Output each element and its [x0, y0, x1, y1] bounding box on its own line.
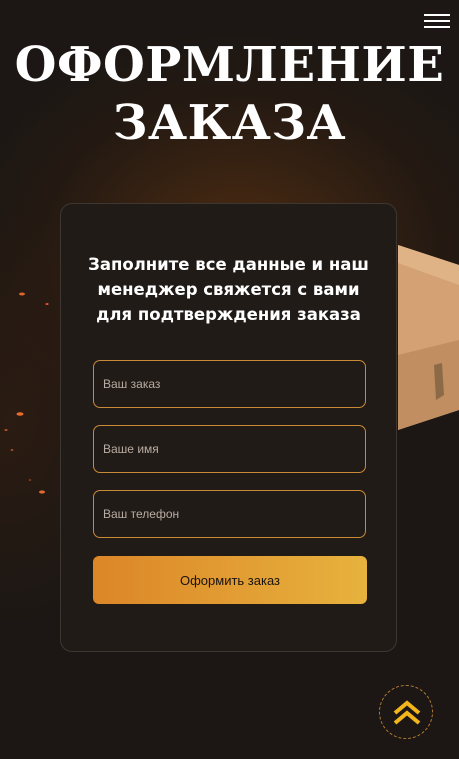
double-chevron-up-icon	[393, 700, 421, 725]
phone-input[interactable]	[93, 490, 366, 538]
hamburger-menu-icon[interactable]	[424, 14, 450, 30]
form-heading: Заполните все данные и наш менеджер свяж…	[88, 255, 369, 324]
scroll-to-top-button[interactable]	[379, 685, 433, 739]
page-title-line-1: ОФОРМЛЕНИЕ	[14, 37, 445, 93]
cardboard-box-image	[398, 245, 459, 430]
name-input[interactable]	[93, 425, 366, 473]
submit-order-button[interactable]: Оформить заказ	[93, 556, 367, 604]
order-form-card: Заполните все данные и наш менеджер свяж…	[60, 203, 397, 652]
order-input[interactable]	[93, 360, 366, 408]
page-title-line-2: ЗАКАЗА	[112, 95, 347, 151]
page-title: ОФОРМЛЕНИЕ ЗАКАЗА	[0, 36, 459, 152]
